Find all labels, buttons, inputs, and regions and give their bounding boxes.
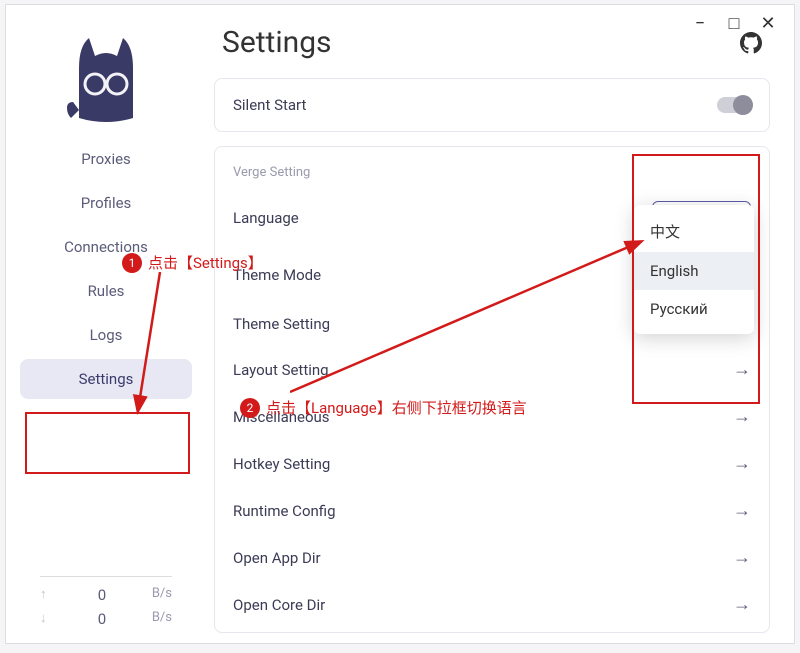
hotkey-setting-row[interactable]: Hotkey Setting →: [215, 440, 769, 487]
speed-download: ↓ 0 B/s: [40, 607, 172, 631]
maximize-button[interactable]: □: [726, 15, 742, 33]
theme-mode-label: Theme Mode: [233, 266, 321, 284]
layout-setting-row[interactable]: Layout Setting →: [215, 346, 769, 393]
window-controls: − □ ✕: [674, 5, 794, 43]
upload-icon: ↑: [40, 586, 58, 604]
runtime-config-label: Runtime Config: [233, 502, 336, 520]
sidebar-item-settings[interactable]: Settings: [20, 359, 192, 399]
chevron-right-icon: →: [733, 359, 751, 380]
silent-start-label: Silent Start: [233, 96, 306, 114]
open-core-dir-label: Open Core Dir: [233, 596, 325, 614]
sidebar-item-connections[interactable]: Connections: [20, 227, 192, 267]
language-option-zh[interactable]: 中文: [634, 211, 754, 252]
download-icon: ↓: [40, 610, 58, 628]
language-label: Language: [233, 209, 299, 227]
sidebar-item-profiles[interactable]: Profiles: [20, 183, 192, 223]
layout-setting-label: Layout Setting: [233, 361, 329, 379]
app-logo: [56, 25, 156, 125]
speed-indicator: ↑ 0 B/s ↓ 0 B/s: [6, 570, 206, 631]
chevron-right-icon: →: [733, 500, 751, 521]
miscellaneous-row[interactable]: Miscellaneous →: [215, 393, 769, 440]
language-dropdown-menu: 中文 English Русский: [634, 205, 754, 334]
chevron-right-icon: →: [733, 594, 751, 615]
download-value: 0: [58, 610, 146, 628]
main-content: Settings Silent Start Verge Setting Lang…: [206, 5, 794, 643]
sidebar: Proxies Profiles Connections Rules Logs …: [6, 5, 206, 643]
chevron-right-icon: →: [733, 406, 751, 427]
upload-value: 0: [58, 586, 146, 604]
close-button[interactable]: ✕: [760, 15, 776, 33]
upload-unit: B/s: [146, 586, 172, 604]
chevron-right-icon: →: [733, 547, 751, 568]
download-unit: B/s: [146, 610, 172, 628]
theme-setting-label: Theme Setting: [233, 315, 330, 333]
silent-start-row: Silent Start: [215, 83, 769, 127]
open-core-dir-row[interactable]: Open Core Dir →: [215, 581, 769, 628]
open-app-dir-row[interactable]: Open App Dir →: [215, 534, 769, 581]
language-option-ru[interactable]: Русский: [634, 290, 754, 328]
hotkey-setting-label: Hotkey Setting: [233, 455, 330, 473]
miscellaneous-label: Miscellaneous: [233, 408, 330, 426]
sidebar-item-logs[interactable]: Logs: [20, 315, 192, 355]
open-app-dir-label: Open App Dir: [233, 549, 321, 567]
speed-upload: ↑ 0 B/s: [40, 583, 172, 607]
verge-section-title: Verge Setting: [215, 151, 769, 188]
sidebar-nav: Proxies Profiles Connections Rules Logs …: [6, 139, 206, 399]
page-title: Settings: [222, 25, 332, 60]
language-option-en[interactable]: English: [634, 252, 754, 290]
silent-start-card: Silent Start: [214, 78, 770, 132]
sidebar-item-proxies[interactable]: Proxies: [20, 139, 192, 179]
runtime-config-row[interactable]: Runtime Config →: [215, 487, 769, 534]
minimize-button[interactable]: −: [692, 15, 708, 33]
sidebar-item-rules[interactable]: Rules: [20, 271, 192, 311]
app-window: − □ ✕ Proxies Profiles Connections Rules…: [5, 4, 795, 644]
chevron-right-icon: →: [733, 453, 751, 474]
silent-start-toggle[interactable]: [717, 97, 751, 113]
